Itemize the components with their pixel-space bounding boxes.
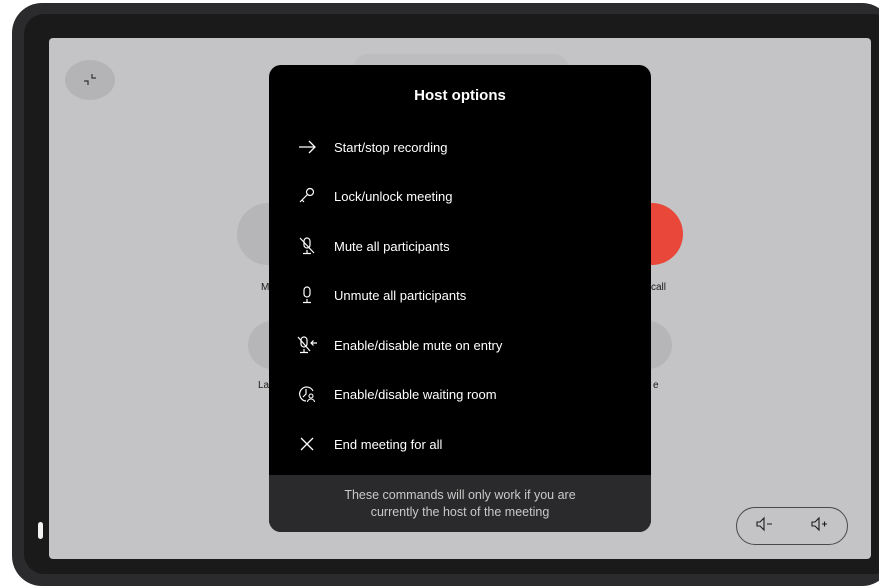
arrow-right-icon xyxy=(295,135,319,159)
background-label: e xyxy=(653,380,659,391)
option-label: Enable/disable waiting room xyxy=(334,386,497,402)
option-label: Lock/unlock meeting xyxy=(334,188,453,204)
footer-note-line: These commands will only work if you are xyxy=(344,487,576,502)
waiting-room-option[interactable]: Enable/disable waiting room xyxy=(295,379,497,409)
lock-unlock-meeting-option[interactable]: Lock/unlock meeting xyxy=(295,181,453,211)
microphone-entry-icon xyxy=(295,333,319,357)
option-label: Start/stop recording xyxy=(334,139,448,155)
microphone-icon xyxy=(295,283,319,307)
start-stop-recording-option[interactable]: Start/stop recording xyxy=(295,132,447,162)
option-label: Mute all participants xyxy=(334,238,450,254)
end-meeting-option[interactable]: End meeting for all xyxy=(295,429,442,459)
mute-all-option[interactable]: Mute all participants xyxy=(295,231,450,261)
close-icon xyxy=(295,432,319,456)
volume-down-icon[interactable] xyxy=(755,515,775,538)
unmute-all-option[interactable]: Unmute all participants xyxy=(295,280,466,310)
minimize-icon xyxy=(84,74,96,85)
home-indicator xyxy=(38,522,43,539)
host-options-dialog: Host options Start/stop recording Lock/u… xyxy=(269,65,651,532)
option-label: End meeting for all xyxy=(334,436,443,452)
footer-note-line: currently the host of the meeting xyxy=(370,504,550,519)
mute-on-entry-option[interactable]: Enable/disable mute on entry xyxy=(295,330,502,360)
option-label: Unmute all participants xyxy=(334,287,467,303)
microphone-muted-icon xyxy=(295,234,319,258)
volume-control xyxy=(736,507,848,545)
waiting-room-icon xyxy=(295,382,319,406)
minimize-button[interactable] xyxy=(65,60,115,100)
background-label: La xyxy=(258,380,270,391)
background-label: call xyxy=(651,282,667,293)
key-icon xyxy=(295,184,319,208)
dialog-footer: These commands will only work if you are… xyxy=(269,475,651,532)
dialog-title: Host options xyxy=(414,87,506,104)
option-label: Enable/disable mute on entry xyxy=(334,337,503,353)
volume-up-icon[interactable] xyxy=(810,515,830,538)
